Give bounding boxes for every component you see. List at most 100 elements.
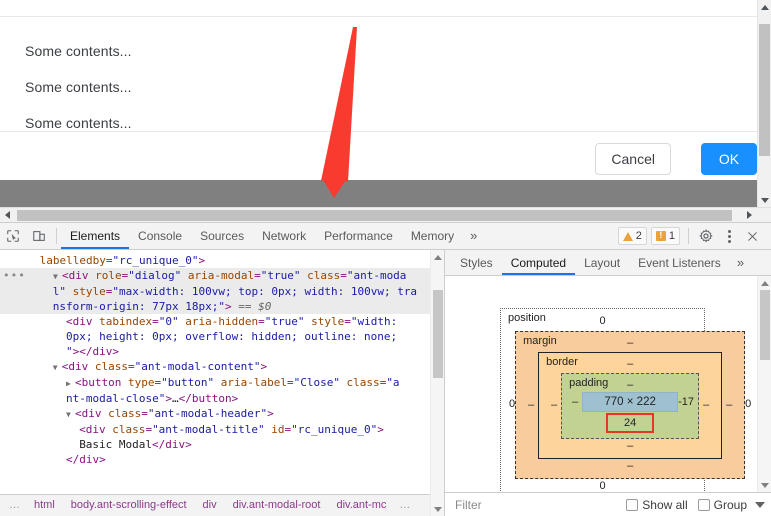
dom-tree-scrollbar[interactable]	[430, 250, 444, 516]
dom-token-punct: =	[141, 407, 148, 420]
tab-elements[interactable]: Elements	[61, 223, 130, 249]
dom-token-punct: =	[286, 376, 294, 389]
device-toolbar-icon[interactable]	[26, 223, 52, 249]
box-model-border-left[interactable]: –	[547, 399, 561, 411]
breadcrumb-item[interactable]: div.ant-mc	[328, 495, 394, 516]
dom-token-val: "ant-modal-title"	[152, 423, 265, 436]
dom-token-punct: =	[254, 269, 261, 282]
dom-scroll-up-icon[interactable]	[431, 250, 444, 264]
dom-tree-row[interactable]: labelledby="rc_unique_0">	[0, 253, 444, 268]
dom-token-attr: tabindex	[92, 315, 153, 328]
dom-token-val: "	[66, 345, 73, 358]
dom-tree-row[interactable]: nt-modal-close">…</button>	[0, 391, 444, 406]
dom-token-val: 0px; height: 0px; overflow: hidden; outl…	[66, 330, 398, 343]
dom-tree-row[interactable]: ▼ <div class="ant-modal-content">	[0, 359, 444, 375]
box-model-border-label: border	[546, 356, 578, 368]
gear-icon[interactable]	[693, 223, 719, 249]
dom-tree-row[interactable]: <div class="ant-modal-title" id="rc_uniq…	[0, 422, 444, 437]
box-model-padding-left[interactable]: –	[568, 396, 582, 408]
dom-tree-row[interactable]: ▶ <button type="button" aria-label="Close…	[0, 375, 444, 391]
modal-body: Some contents... Some contents... Some c…	[0, 18, 757, 131]
group-checkbox-wrap[interactable]: Group	[697, 498, 747, 512]
tab-styles[interactable]: Styles	[451, 250, 502, 275]
dom-token-tri: ▼	[52, 272, 58, 281]
box-model-margin-label: margin	[523, 335, 557, 347]
dom-token-attr: type	[121, 376, 155, 389]
dom-tree[interactable]: labelledby="rc_unique_0"> ••• ▼ <div role=…	[0, 250, 444, 494]
box-model-border-right[interactable]: –	[699, 399, 713, 411]
tab-event-listeners[interactable]: Event Listeners	[629, 250, 730, 275]
dom-token-tag: ></div>	[72, 345, 119, 358]
tab-computed[interactable]: Computed	[501, 250, 576, 275]
breadcrumb-item[interactable]: …	[394, 495, 416, 516]
dom-tree-row[interactable]: 0px; height: 0px; overflow: hidden; outl…	[0, 329, 444, 344]
row-more-icon[interactable]: •••	[3, 268, 26, 283]
vertical-scroll-thumb[interactable]	[759, 24, 770, 156]
scroll-right-arrow-icon[interactable]	[742, 208, 756, 222]
tab-memory[interactable]: Memory	[402, 223, 463, 249]
box-model-position-bottom[interactable]: 0	[509, 479, 696, 492]
inspect-element-icon[interactable]	[0, 223, 26, 249]
box-model-margin-bottom[interactable]: –	[524, 459, 736, 473]
close-icon[interactable]	[739, 223, 765, 249]
tab-console[interactable]: Console	[129, 223, 191, 249]
dom-token-val: "ant-modal-header"	[147, 407, 268, 420]
box-model-border-bottom[interactable]: –	[547, 439, 713, 453]
dom-tree-row[interactable]: ••• ▼ <div role="dialog" aria-modal="true…	[0, 268, 444, 284]
dom-tree-row[interactable]: l" style="max-width: 100vw; top: 0px; wi…	[0, 284, 444, 299]
tab-sources[interactable]: Sources	[191, 223, 253, 249]
dom-tree-row[interactable]: Basic Modal</div>	[0, 437, 444, 452]
filter-input[interactable]	[455, 497, 617, 512]
box-model-padding-bottom[interactable]: 24	[606, 413, 655, 433]
box-model-position-layer[interactable]: position 0 0 margin – – border – – paddi…	[500, 308, 751, 492]
dom-tree-row[interactable]: <div tabindex="0" aria-hidden="true" sty…	[0, 314, 444, 329]
dom-tree-row[interactable]: ▼ <div class="ant-modal-header">	[0, 406, 444, 422]
dom-tree-row[interactable]: nsform-origin: 77px 18px;"> == $0	[0, 299, 444, 314]
group-checkbox[interactable]	[697, 498, 710, 511]
dom-scroll-down-icon[interactable]	[431, 502, 444, 516]
box-model-position-right[interactable]: 0	[745, 398, 751, 410]
box-model-content-size[interactable]: 770 × 222	[582, 392, 679, 412]
scroll-up-arrow-icon[interactable]	[758, 0, 771, 14]
more-tabs-icon[interactable]: »	[463, 223, 484, 249]
dom-token-attr: class	[101, 407, 142, 420]
box-model-padding-layer[interactable]: padding – – 770 × 222 -17 24	[561, 373, 700, 439]
dom-token-tag: </div>	[66, 453, 106, 466]
tab-layout[interactable]: Layout	[575, 250, 629, 275]
issues-badge[interactable]: 1	[650, 227, 680, 245]
show-all-checkbox-wrap[interactable]: Show all	[626, 498, 688, 512]
styles-more-tabs-icon[interactable]: »	[730, 250, 751, 276]
tab-network[interactable]: Network	[253, 223, 315, 249]
ok-button[interactable]: OK	[701, 143, 757, 175]
dom-tree-row[interactable]: </div>	[0, 452, 444, 467]
computed-scrollbar[interactable]	[757, 276, 771, 492]
breadcrumb-item[interactable]: body.ant-scrolling-effect	[63, 495, 195, 516]
scroll-left-arrow-icon[interactable]	[0, 208, 14, 222]
breadcrumb-item[interactable]: html	[26, 495, 63, 516]
kebab-menu-icon[interactable]	[719, 226, 739, 246]
breadcrumb-item[interactable]: …	[4, 495, 26, 516]
box-model-margin-left[interactable]: –	[524, 399, 538, 411]
breadcrumb-item[interactable]: div.ant-modal-root	[225, 495, 329, 516]
page-vertical-scrollbar[interactable]	[757, 0, 771, 207]
scroll-down-arrow-icon[interactable]	[758, 193, 771, 207]
computed-scroll-down-icon[interactable]	[758, 478, 771, 492]
breadcrumb-item[interactable]: div	[195, 495, 225, 516]
styles-tabbar: Styles Computed Layout Event Listeners »	[445, 250, 771, 276]
dom-tree-row[interactable]: "></div>	[0, 344, 444, 359]
box-model-padding-right[interactable]: -17	[678, 396, 694, 408]
computed-scroll-thumb[interactable]	[760, 290, 770, 360]
warnings-badge[interactable]: 2	[617, 227, 647, 245]
chevron-down-icon[interactable]	[755, 501, 765, 508]
box-model-border-layer[interactable]: border – – padding – – 770 × 222 -17 24 …	[538, 352, 723, 459]
dom-scroll-thumb[interactable]	[433, 290, 443, 378]
box-model-margin-right[interactable]: –	[722, 399, 736, 411]
devtools-toolbar: Elements Console Sources Network Perform…	[0, 223, 771, 250]
horizontal-scroll-thumb[interactable]	[17, 210, 732, 221]
tab-performance[interactable]: Performance	[315, 223, 402, 249]
show-all-checkbox[interactable]	[626, 498, 639, 511]
page-horizontal-scrollbar[interactable]	[0, 207, 771, 222]
box-model-margin-layer[interactable]: margin – – border – – padding – – 770 × …	[515, 331, 746, 479]
cancel-button[interactable]: Cancel	[595, 143, 671, 175]
computed-scroll-up-icon[interactable]	[758, 276, 771, 290]
